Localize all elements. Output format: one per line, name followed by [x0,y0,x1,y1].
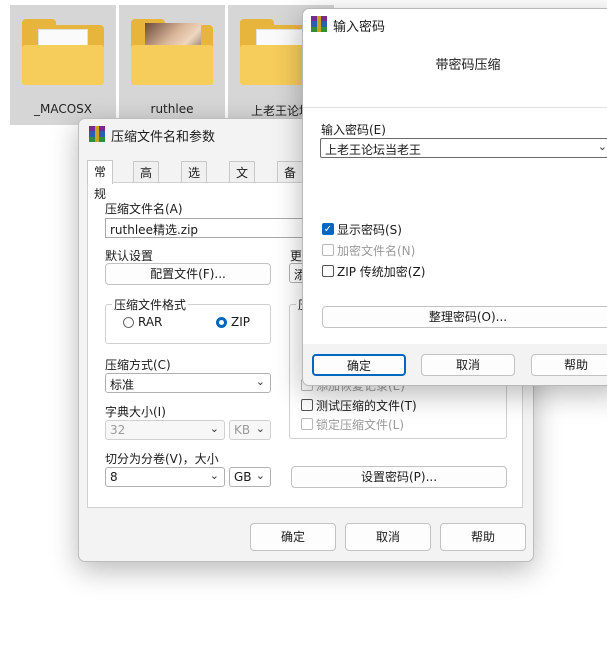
method-select[interactable]: 标准 ⌄ [105,373,271,393]
chevron-down-icon: ⌄ [255,469,265,482]
dict-label: 字典大小(I) [105,405,166,419]
tab-backup[interactable]: 备份 [277,161,304,202]
folder-icon [131,19,213,87]
archive-name-input[interactable]: ruthlee精选.zip [105,218,325,238]
folder-label: ruthlee [150,102,194,116]
password-heading: 带密码压缩 [435,58,501,73]
method-value: 标准 [110,378,135,392]
zip-legacy-checkbox[interactable] [322,265,334,277]
password-label: 输入密码(E) [321,123,386,137]
chevron-down-icon: ⌄ [255,375,265,388]
split-unit-value: GB [234,470,252,484]
password-dialog: 输入密码 带密码压缩 输入密码(E) 上老王论坛当老王 ⌄ ✓ 显示密码(S) … [302,8,607,386]
chevron-down-icon: ⌄ [209,422,219,435]
format-rar-label: RAR [138,315,163,329]
lock-archive-label: 锁定压缩文件(L) [316,418,405,432]
password-dialog-body: 输入密码(E) 上老王论坛当老王 ⌄ ✓ 显示密码(S) 加密文件名(N) ZI… [303,108,607,344]
password-dialog-title: 输入密码 [333,20,386,35]
folder-icon [22,19,104,87]
chevron-down-icon: ⌄ [597,140,607,153]
split-select[interactable]: 8 ⌄ [105,467,225,487]
encrypt-names-label: 加密文件名(N) [337,244,416,258]
folder-macosx[interactable]: _MACOSX [10,5,116,125]
show-password-checkbox[interactable]: ✓ [322,223,334,235]
show-password-label: 显示密码(S) [337,223,402,237]
tab-options[interactable]: 选项 [181,161,208,202]
format-rar-radio[interactable] [123,317,134,328]
update-mode-label: 更 [290,249,303,263]
password-dialog-header: 输入密码 带密码压缩 [303,9,607,108]
help-button[interactable]: 帮助 [440,523,526,551]
folder-ruthlee[interactable]: ruthlee [119,5,225,125]
chevron-down-icon: ⌄ [255,422,265,435]
lock-archive-checkbox[interactable] [301,418,313,430]
organize-passwords-button[interactable]: 整理密码(O)... [322,306,607,328]
encrypt-names-checkbox[interactable] [322,244,334,256]
format-group-title: 压缩文件格式 [112,296,189,313]
winrar-icon [89,126,105,142]
profile-button[interactable]: 配置文件(F)... [105,263,271,285]
tab-general[interactable]: 常规 [87,160,114,201]
tab-files[interactable]: 文件 [229,161,256,202]
password-ok-button[interactable]: 确定 [312,354,406,376]
tab-advanced[interactable]: 高级 [133,161,160,202]
password-titlebar[interactable]: 输入密码 [303,9,607,39]
dialog-title: 压缩文件名和参数 [111,130,216,145]
winrar-icon [311,16,327,32]
ok-button[interactable]: 确定 [250,523,336,551]
password-input[interactable]: 上老王论坛当老王 ⌄ [320,138,607,158]
archive-name-label: 压缩文件名(A) [105,202,183,216]
method-label: 压缩方式(C) [105,358,171,372]
password-value: 上老王论坛当老王 [325,143,422,157]
split-unit-select[interactable]: GB ⌄ [229,467,271,487]
default-profile-label: 默认设置 [105,249,154,263]
folder-label: _MACOSX [33,102,92,116]
chevron-down-icon: ⌄ [209,469,219,482]
dict-unit-value: KB [234,423,251,437]
test-archive-label: 测试压缩的文件(T) [316,399,417,413]
format-zip-label: ZIP [231,315,250,329]
dict-select[interactable]: 32 ⌄ [105,420,225,440]
test-archive-checkbox[interactable] [301,399,313,411]
password-cancel-button[interactable]: 取消 [421,354,515,376]
zip-legacy-label: ZIP 传统加密(Z) [337,265,426,279]
split-label: 切分为分卷(V)，大小 [105,452,219,466]
set-password-button[interactable]: 设置密码(P)... [291,466,507,488]
format-zip-radio[interactable] [216,317,227,328]
dict-value: 32 [110,423,126,437]
password-help-button[interactable]: 帮助 [531,354,607,376]
split-value: 8 [110,470,118,484]
dict-unit-select[interactable]: KB ⌄ [229,420,271,440]
cancel-button[interactable]: 取消 [345,523,431,551]
